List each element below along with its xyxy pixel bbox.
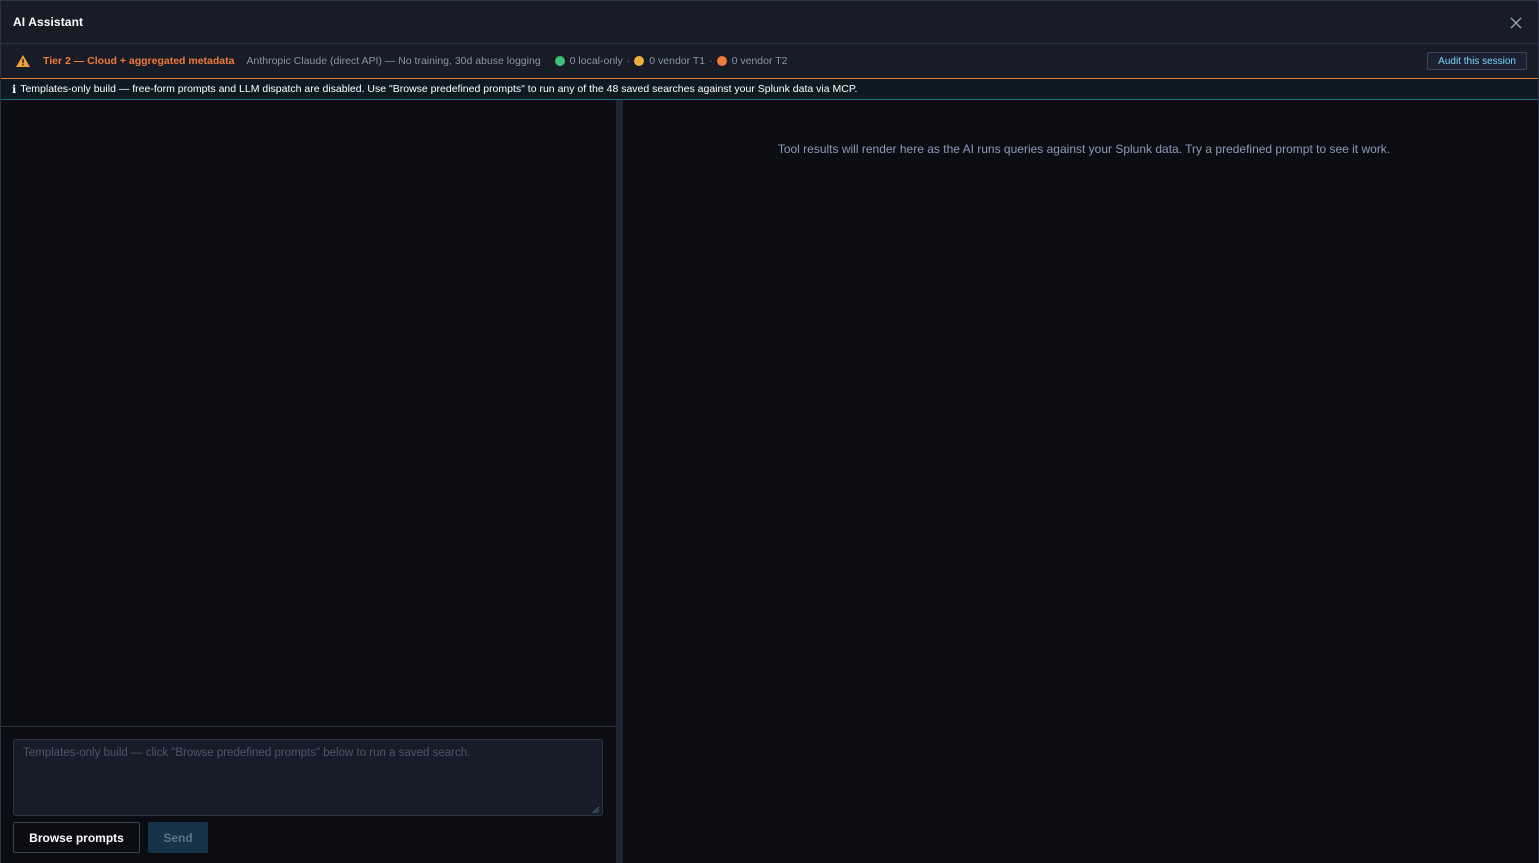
browse-prompts-button[interactable]: Browse prompts — [13, 822, 140, 853]
vendor-t2-dot — [716, 56, 727, 66]
resize-grip-icon[interactable] — [592, 805, 600, 814]
notice-text: Templates-only build — free-form prompts… — [20, 83, 858, 95]
local-only-dot — [554, 56, 565, 66]
prompt-input[interactable]: Templates-only build — click "Browse pre… — [13, 739, 603, 816]
warning-triangle-icon — [15, 54, 31, 68]
panel-splitter[interactable] — [616, 100, 623, 863]
composer: Templates-only build — click "Browse pre… — [1, 726, 616, 863]
info-icon: ℹ — [12, 83, 17, 96]
close-icon[interactable] — [1508, 15, 1524, 31]
vendor-t2-count: 0 vendor T2 — [731, 55, 788, 67]
local-only-count: 0 local-only — [569, 55, 623, 67]
chat-panel: Templates-only build — click "Browse pre… — [1, 100, 616, 863]
results-empty-message: Tool results will render here as the AI … — [777, 142, 1391, 156]
tool-results-panel: Tool results will render here as the AI … — [623, 100, 1538, 863]
audit-session-button[interactable]: Audit this session — [1427, 52, 1527, 70]
vendor-t1-dot — [634, 56, 645, 66]
egress-counts: 0 local-only · 0 vendor T1 · 0 vendor T2 — [554, 55, 788, 67]
window-title: AI Assistant — [13, 15, 84, 29]
tier-bar: Tier 2 — Cloud + aggregated metadata Ant… — [1, 44, 1538, 79]
window-header: AI Assistant — [1, 1, 1538, 44]
separator: · — [709, 55, 713, 67]
provider-label: Anthropic Claude (direct API) — No train… — [246, 55, 541, 67]
ai-assistant-window: AI Assistant Tier 2 — Cloud + aggregated… — [0, 0, 1539, 863]
tier-label: Tier 2 — Cloud + aggregated metadata — [43, 55, 235, 67]
prompt-placeholder: Templates-only build — click "Browse pre… — [23, 747, 471, 759]
separator: · — [626, 55, 631, 67]
send-button[interactable]: Send — [148, 822, 208, 853]
templates-only-notice: ℹ Templates-only build — free-form promp… — [1, 79, 1538, 100]
vendor-t1-count: 0 vendor T1 — [649, 55, 706, 67]
